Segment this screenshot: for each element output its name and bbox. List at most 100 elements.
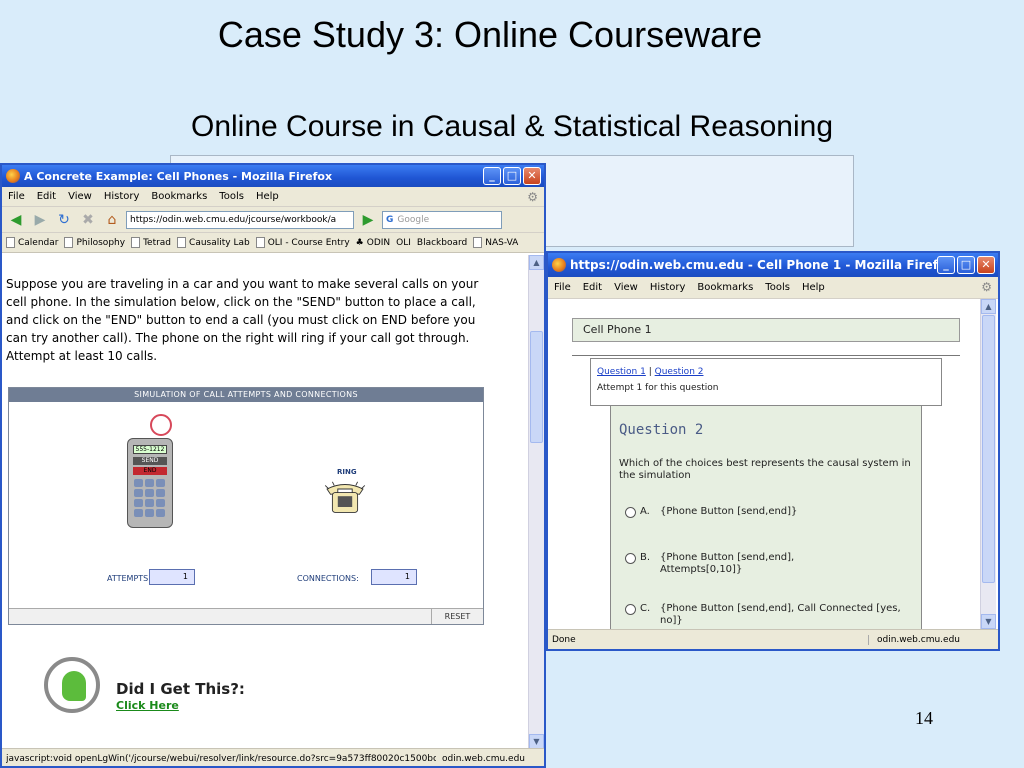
menubar-right: File Edit View History Bookmarks Tools H…: [548, 277, 998, 299]
scroll-up-arrow[interactable]: ▲: [981, 299, 996, 314]
maximize-button[interactable]: □: [957, 256, 975, 274]
question-text: Which of the choices best represents the…: [619, 458, 911, 481]
tab-question-1[interactable]: Question 1: [597, 367, 646, 377]
bookmark-causality-lab[interactable]: Causality Lab: [177, 237, 250, 248]
url-bar[interactable]: https://odin.web.cmu.edu/jcourse/workboo…: [126, 210, 354, 229]
option-c[interactable]: C. {Phone Button [send,end], Call Connec…: [625, 603, 915, 627]
attempt-text: Attempt 1 for this question: [597, 383, 719, 393]
slide-subtitle: Online Course in Causal & Statistical Re…: [0, 110, 1024, 144]
did-i-get-this-circle[interactable]: [44, 657, 100, 713]
bookmark-label: OLI - Course Entry: [267, 237, 350, 248]
menu-tools[interactable]: Tools: [765, 282, 790, 293]
status-url: javascript:void openLgWin('/jcourse/webu…: [6, 753, 436, 764]
titlebar-right[interactable]: https://odin.web.cmu.edu - Cell Phone 1 …: [548, 253, 998, 277]
simulation-header: SIMULATION OF CALL ATTEMPTS AND CONNECTI…: [9, 388, 483, 402]
menubar-left: File Edit View History Bookmarks Tools H…: [2, 187, 544, 207]
go-icon[interactable]: ▶: [358, 210, 378, 230]
back-arrow-icon[interactable]: ◀: [6, 210, 26, 230]
menu-edit[interactable]: Edit: [583, 282, 602, 293]
page-icon: [255, 237, 265, 248]
reset-button[interactable]: RESET: [431, 609, 483, 624]
divider: [572, 355, 960, 356]
scroll-thumb[interactable]: [982, 315, 995, 583]
status-domain: odin.web.cmu.edu: [868, 634, 960, 645]
menu-file[interactable]: File: [554, 282, 571, 293]
menu-tools[interactable]: Tools: [219, 191, 244, 202]
stop-icon[interactable]: ✖: [78, 210, 98, 230]
bookmark-calendar[interactable]: Calendar: [6, 237, 58, 248]
question-heading: Question 2: [619, 422, 704, 438]
bookmarks-toolbar: Calendar Philosophy Tetrad Causality Lab…: [2, 233, 544, 253]
radio-option-c[interactable]: [625, 604, 636, 615]
bookmark-oli-course-entry[interactable]: OLI - Course Entry: [255, 237, 350, 248]
option-letter: B.: [640, 552, 651, 563]
scrollbar-left[interactable]: ▲ ▼: [528, 255, 544, 749]
minimize-button[interactable]: _: [483, 167, 501, 185]
people-icon: ♣: [355, 237, 364, 248]
menu-help[interactable]: Help: [802, 282, 825, 293]
minimize-button[interactable]: _: [937, 256, 955, 274]
radio-option-a[interactable]: [625, 507, 636, 518]
status-domain: odin.web.cmu.edu: [442, 753, 525, 764]
connections-counter: 1: [371, 569, 417, 585]
scrollbar-right[interactable]: ▲ ▼: [980, 299, 996, 629]
titlebar-left[interactable]: A Concrete Example: Cell Phones - Mozill…: [2, 165, 544, 187]
close-button[interactable]: ✕: [977, 256, 995, 274]
attempts-counter: 1: [149, 569, 195, 585]
bookmark-label: Philosophy: [76, 237, 126, 248]
option-a[interactable]: A. {Phone Button [send,end]}: [625, 506, 915, 518]
window-title: A Concrete Example: Cell Phones - Mozill…: [24, 169, 333, 183]
scroll-down-arrow[interactable]: ▼: [981, 614, 996, 629]
menu-edit[interactable]: Edit: [37, 191, 56, 202]
bookmark-oli[interactable]: OLI: [396, 238, 411, 248]
radio-option-b[interactable]: [625, 553, 636, 564]
bookmark-philosophy[interactable]: Philosophy: [64, 237, 125, 248]
throbber-icon: ⚙: [981, 280, 992, 294]
tab-question-2[interactable]: Question 2: [655, 367, 704, 377]
desk-phone-icon: [324, 481, 366, 513]
close-button[interactable]: ✕: [523, 167, 541, 185]
scroll-down-arrow[interactable]: ▼: [529, 734, 544, 749]
firefox-icon: [6, 169, 20, 183]
menu-history[interactable]: History: [104, 191, 140, 202]
home-icon[interactable]: ⌂: [102, 210, 122, 230]
browser-window-right: https://odin.web.cmu.edu - Cell Phone 1 …: [546, 251, 1000, 651]
menu-bookmarks[interactable]: Bookmarks: [697, 282, 753, 293]
bookmark-nas-va[interactable]: NAS-VA: [473, 237, 518, 248]
scroll-up-arrow[interactable]: ▲: [529, 255, 544, 270]
statusbar-left: javascript:void openLgWin('/jcourse/webu…: [2, 748, 544, 766]
send-button[interactable]: SEND: [133, 457, 167, 465]
end-button[interactable]: END: [133, 467, 167, 475]
menu-view[interactable]: View: [68, 191, 92, 202]
simulation-box: SIMULATION OF CALL ATTEMPTS AND CONNECTI…: [8, 387, 484, 625]
bookmark-odin[interactable]: ♣ ODIN: [356, 238, 390, 248]
search-placeholder: Google: [397, 214, 430, 225]
menu-view[interactable]: View: [614, 282, 638, 293]
forward-arrow-icon[interactable]: ▶: [30, 210, 50, 230]
page-header: Cell Phone 1: [572, 318, 960, 342]
window-title: https://odin.web.cmu.edu - Cell Phone 1 …: [570, 258, 954, 272]
bookmark-label: OLI: [396, 237, 411, 248]
maximize-button[interactable]: □: [503, 167, 521, 185]
bookmark-tetrad[interactable]: Tetrad: [131, 237, 171, 248]
menu-history[interactable]: History: [650, 282, 686, 293]
search-input[interactable]: G Google: [382, 210, 502, 229]
option-text: {Phone Button [send,end], Attempts[0,10]…: [660, 552, 795, 575]
statusbar-right: Done odin.web.cmu.edu: [548, 629, 998, 649]
option-text: {Phone Button [send,end]}: [660, 506, 798, 517]
simulation-footer: RESET: [9, 608, 483, 624]
page-icon: [64, 237, 74, 248]
firefox-icon: [552, 258, 566, 272]
option-b[interactable]: B. {Phone Button [send,end], Attempts[0,…: [625, 552, 915, 576]
scroll-thumb[interactable]: [530, 331, 543, 443]
url-text: https://odin.web.cmu.edu/jcourse/workboo…: [130, 214, 337, 225]
bookmark-label: ODIN: [366, 237, 391, 248]
menu-help[interactable]: Help: [256, 191, 279, 202]
menu-file[interactable]: File: [8, 191, 25, 202]
bookmark-blackboard[interactable]: Blackboard: [417, 238, 467, 248]
menu-bookmarks[interactable]: Bookmarks: [151, 191, 207, 202]
cell-phone: 555-1212 SEND END: [127, 438, 173, 528]
did-i-get-this-title: Did I Get This?:: [116, 680, 245, 698]
click-here-link[interactable]: Click Here: [116, 699, 179, 712]
reload-icon[interactable]: ↻: [54, 210, 74, 230]
